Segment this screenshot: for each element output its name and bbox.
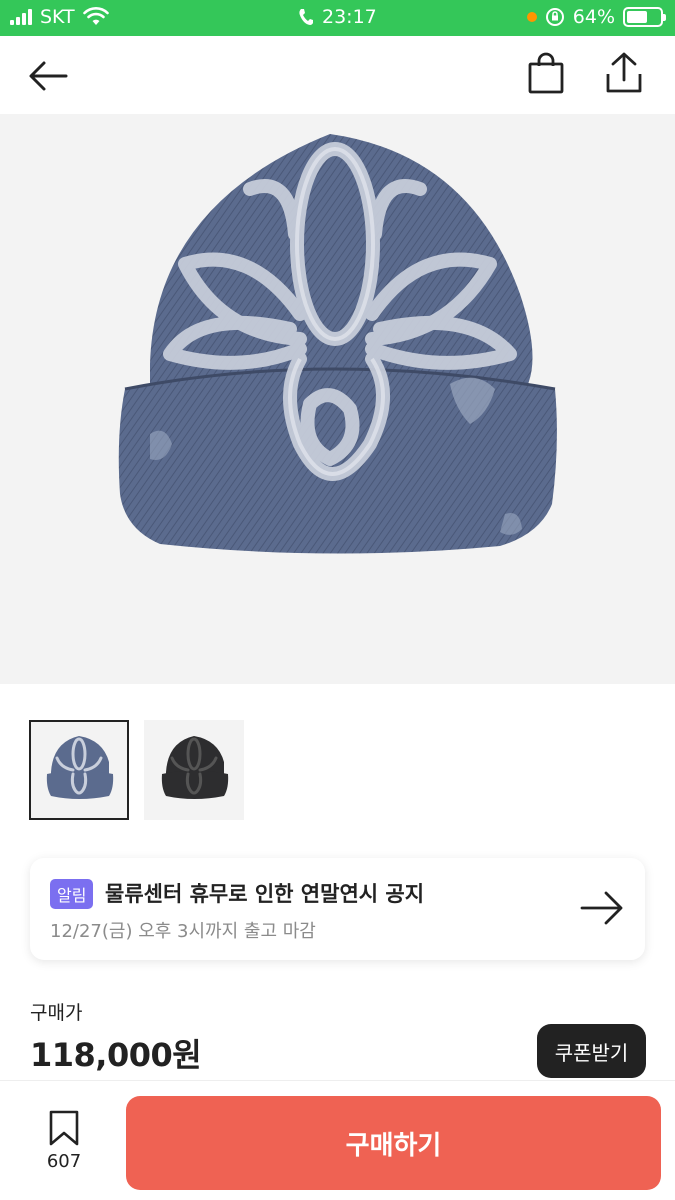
mic-indicator-dot [526, 12, 537, 22]
notice-title: 물류센터 휴무로 인한 연말연시 공지 [105, 882, 425, 906]
share-button[interactable] [600, 50, 648, 96]
notice-subtitle: 12/27(금) 오후 3시까지 출고 마감 [50, 921, 316, 942]
arrow-right-icon [580, 891, 623, 925]
share-icon [606, 52, 642, 93]
battery-percent: 64% [572, 6, 615, 28]
shopping-bag-icon [528, 52, 564, 94]
price-value: 118,000원 [30, 1036, 202, 1074]
orientation-lock-icon [545, 8, 564, 26]
denim-cap-black-thumbnail [161, 736, 229, 799]
bookmark-count: 607 [46, 1151, 82, 1172]
battery-fill [627, 11, 648, 23]
coupon-button[interactable]: 쿠폰받기 [537, 1024, 646, 1078]
cart-button[interactable] [522, 52, 570, 96]
clock: 23:17 [322, 6, 377, 28]
navigation-bar [0, 36, 675, 114]
phone-icon [299, 9, 313, 25]
notice-badge: 알림 [50, 879, 94, 909]
thumbnail-list [29, 720, 244, 820]
signal-icon [10, 9, 32, 25]
battery-icon [623, 7, 666, 27]
bookmark-icon [49, 1110, 79, 1146]
bookmark-button[interactable]: 607 [36, 1109, 92, 1172]
notice-card[interactable]: 알림 물류센터 휴무로 인한 연말연시 공지 12/27(금) 오후 3시까지 … [30, 858, 645, 960]
status-bar: SKT 23:17 64% [0, 0, 675, 36]
denim-cap-image [118, 134, 557, 554]
bottom-action-bar: 607 구매하기 [0, 1080, 675, 1200]
denim-cap-blue-thumbnail [46, 736, 114, 799]
thumbnail-blue-cap[interactable] [29, 720, 129, 820]
arrow-left-icon [29, 61, 68, 91]
thumbnail-black-cap[interactable] [144, 720, 244, 820]
product-image[interactable] [0, 114, 675, 684]
back-button[interactable] [24, 54, 72, 98]
carrier-label: SKT [40, 6, 75, 28]
status-left: SKT [10, 6, 109, 28]
price-label: 구매가 [30, 1002, 83, 1024]
buy-button[interactable]: 구매하기 [126, 1096, 661, 1190]
status-right: 64% [526, 6, 666, 28]
status-center: 23:17 [298, 6, 377, 28]
wifi-icon [82, 7, 109, 25]
